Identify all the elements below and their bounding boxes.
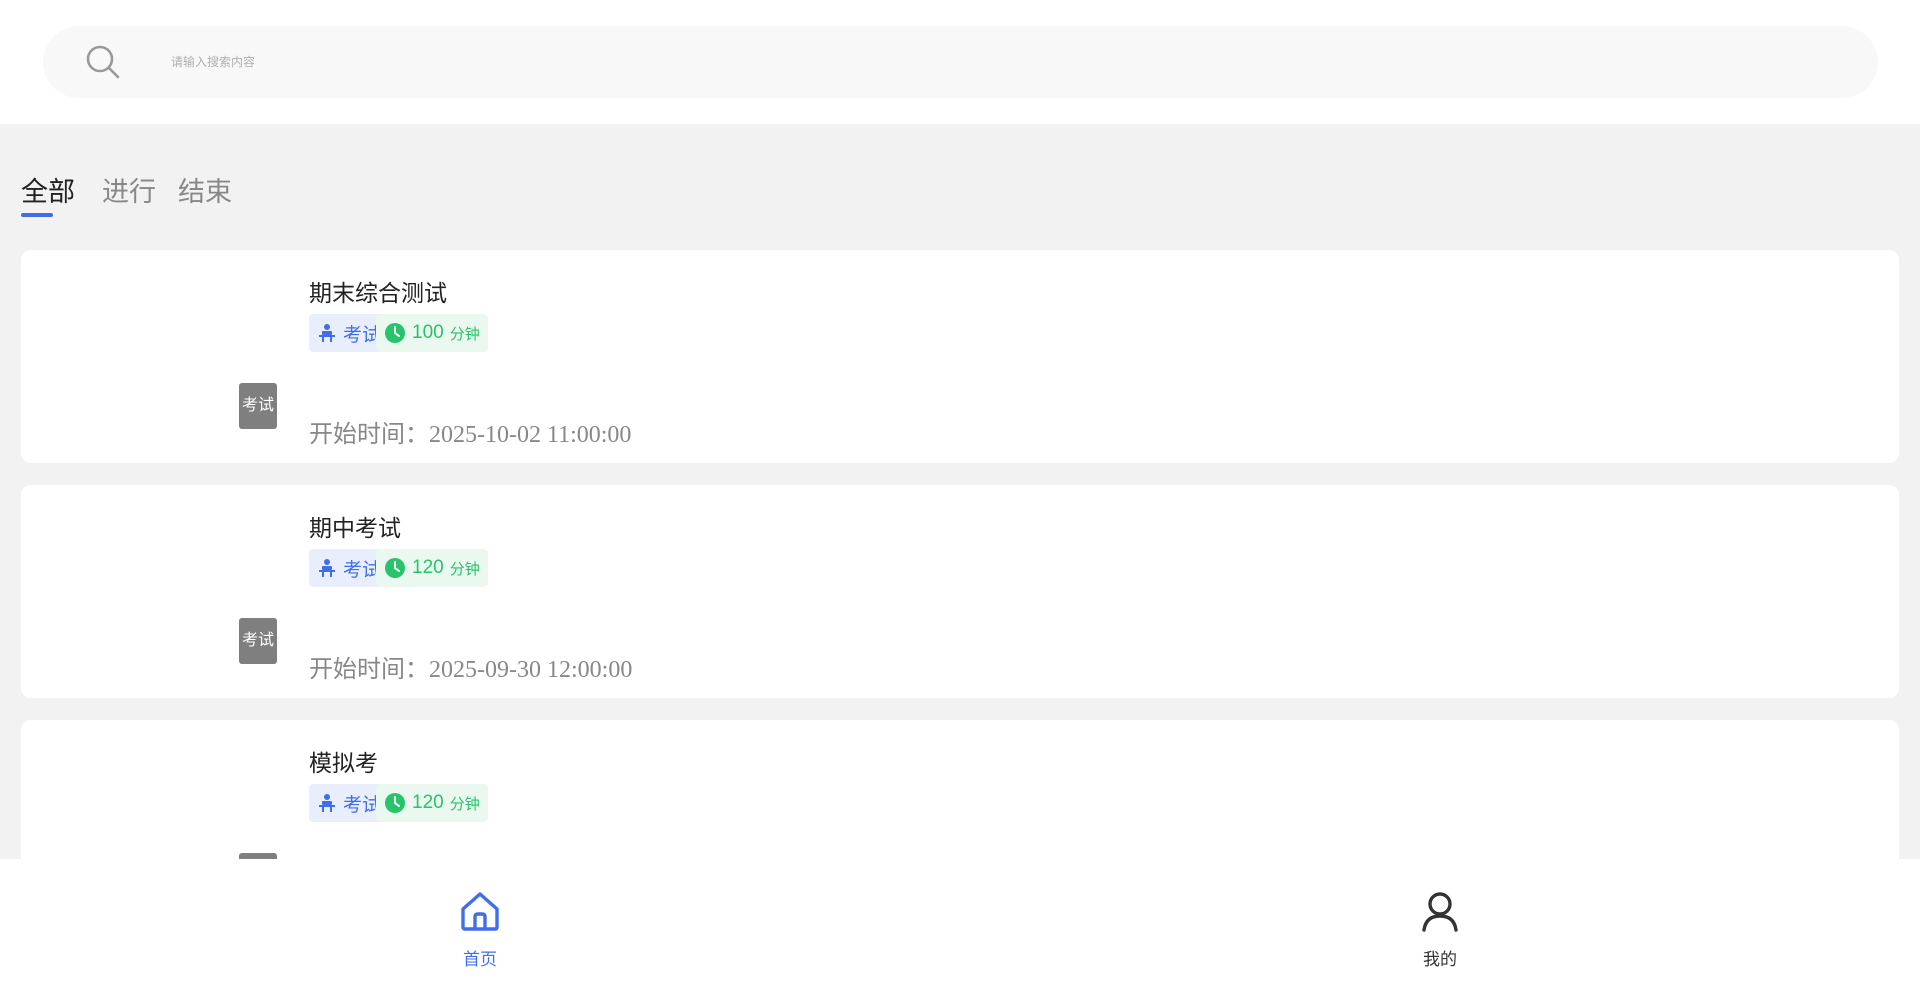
user-icon: [1422, 892, 1458, 932]
duration-value: 100: [412, 322, 444, 343]
clock-icon: [385, 793, 405, 813]
clock-icon: [385, 558, 405, 578]
search-icon: [86, 45, 120, 79]
exam-title: 模拟考: [309, 750, 378, 776]
exam-card[interactable]: 考试 期末综合测试 考试 100 分钟 开始时间：2025-10-02 11:0…: [21, 250, 1899, 463]
home-icon: [461, 892, 499, 931]
tab-ongoing[interactable]: 进行: [102, 170, 156, 209]
start-time: 开始时间：2025-10-02 11:00:00: [309, 422, 632, 448]
clock-icon: [385, 323, 405, 343]
nav-home[interactable]: 首页: [420, 889, 540, 970]
duration-badge: 120 分钟: [376, 549, 488, 587]
duration-unit: 分钟: [449, 560, 480, 578]
active-tab-indicator: [21, 213, 53, 217]
nav-mine[interactable]: 我的: [1380, 889, 1500, 970]
tab-finished[interactable]: 结束: [178, 170, 232, 209]
nav-mine-label: 我的: [1423, 950, 1457, 969]
nav-home-label: 首页: [463, 950, 497, 969]
start-time: 开始时间：2025-09-30 12:00:00: [309, 657, 633, 683]
tab-all[interactable]: 全部: [21, 170, 75, 209]
duration-unit: 分钟: [449, 795, 480, 813]
duration-badge: 120 分钟: [376, 784, 488, 822]
exam-title: 期中考试: [309, 515, 401, 541]
thumbnail-tag: 考试: [239, 383, 277, 429]
duration-badge: 100 分钟: [376, 314, 488, 352]
search-header: 请输入搜索内容: [0, 0, 1920, 124]
filter-tabs: 全部 进行 结束: [0, 124, 1920, 234]
duration-value: 120: [412, 792, 444, 813]
search-input[interactable]: 请输入搜索内容: [43, 26, 1878, 98]
exam-card[interactable]: 考试 期中考试 考试 120 分钟 开始时间：2025-09-30 12:00:…: [21, 485, 1899, 698]
exam-title: 期末综合测试: [309, 280, 447, 306]
exam-type-icon: [319, 559, 335, 577]
duration-value: 120: [412, 557, 444, 578]
bottom-nav: 首页 我的: [0, 859, 1920, 993]
search-placeholder: 请输入搜索内容: [171, 55, 256, 69]
thumbnail-tag: 考试: [239, 618, 277, 664]
exam-type-icon: [319, 324, 335, 342]
duration-unit: 分钟: [449, 325, 480, 343]
exam-type-icon: [319, 794, 335, 812]
